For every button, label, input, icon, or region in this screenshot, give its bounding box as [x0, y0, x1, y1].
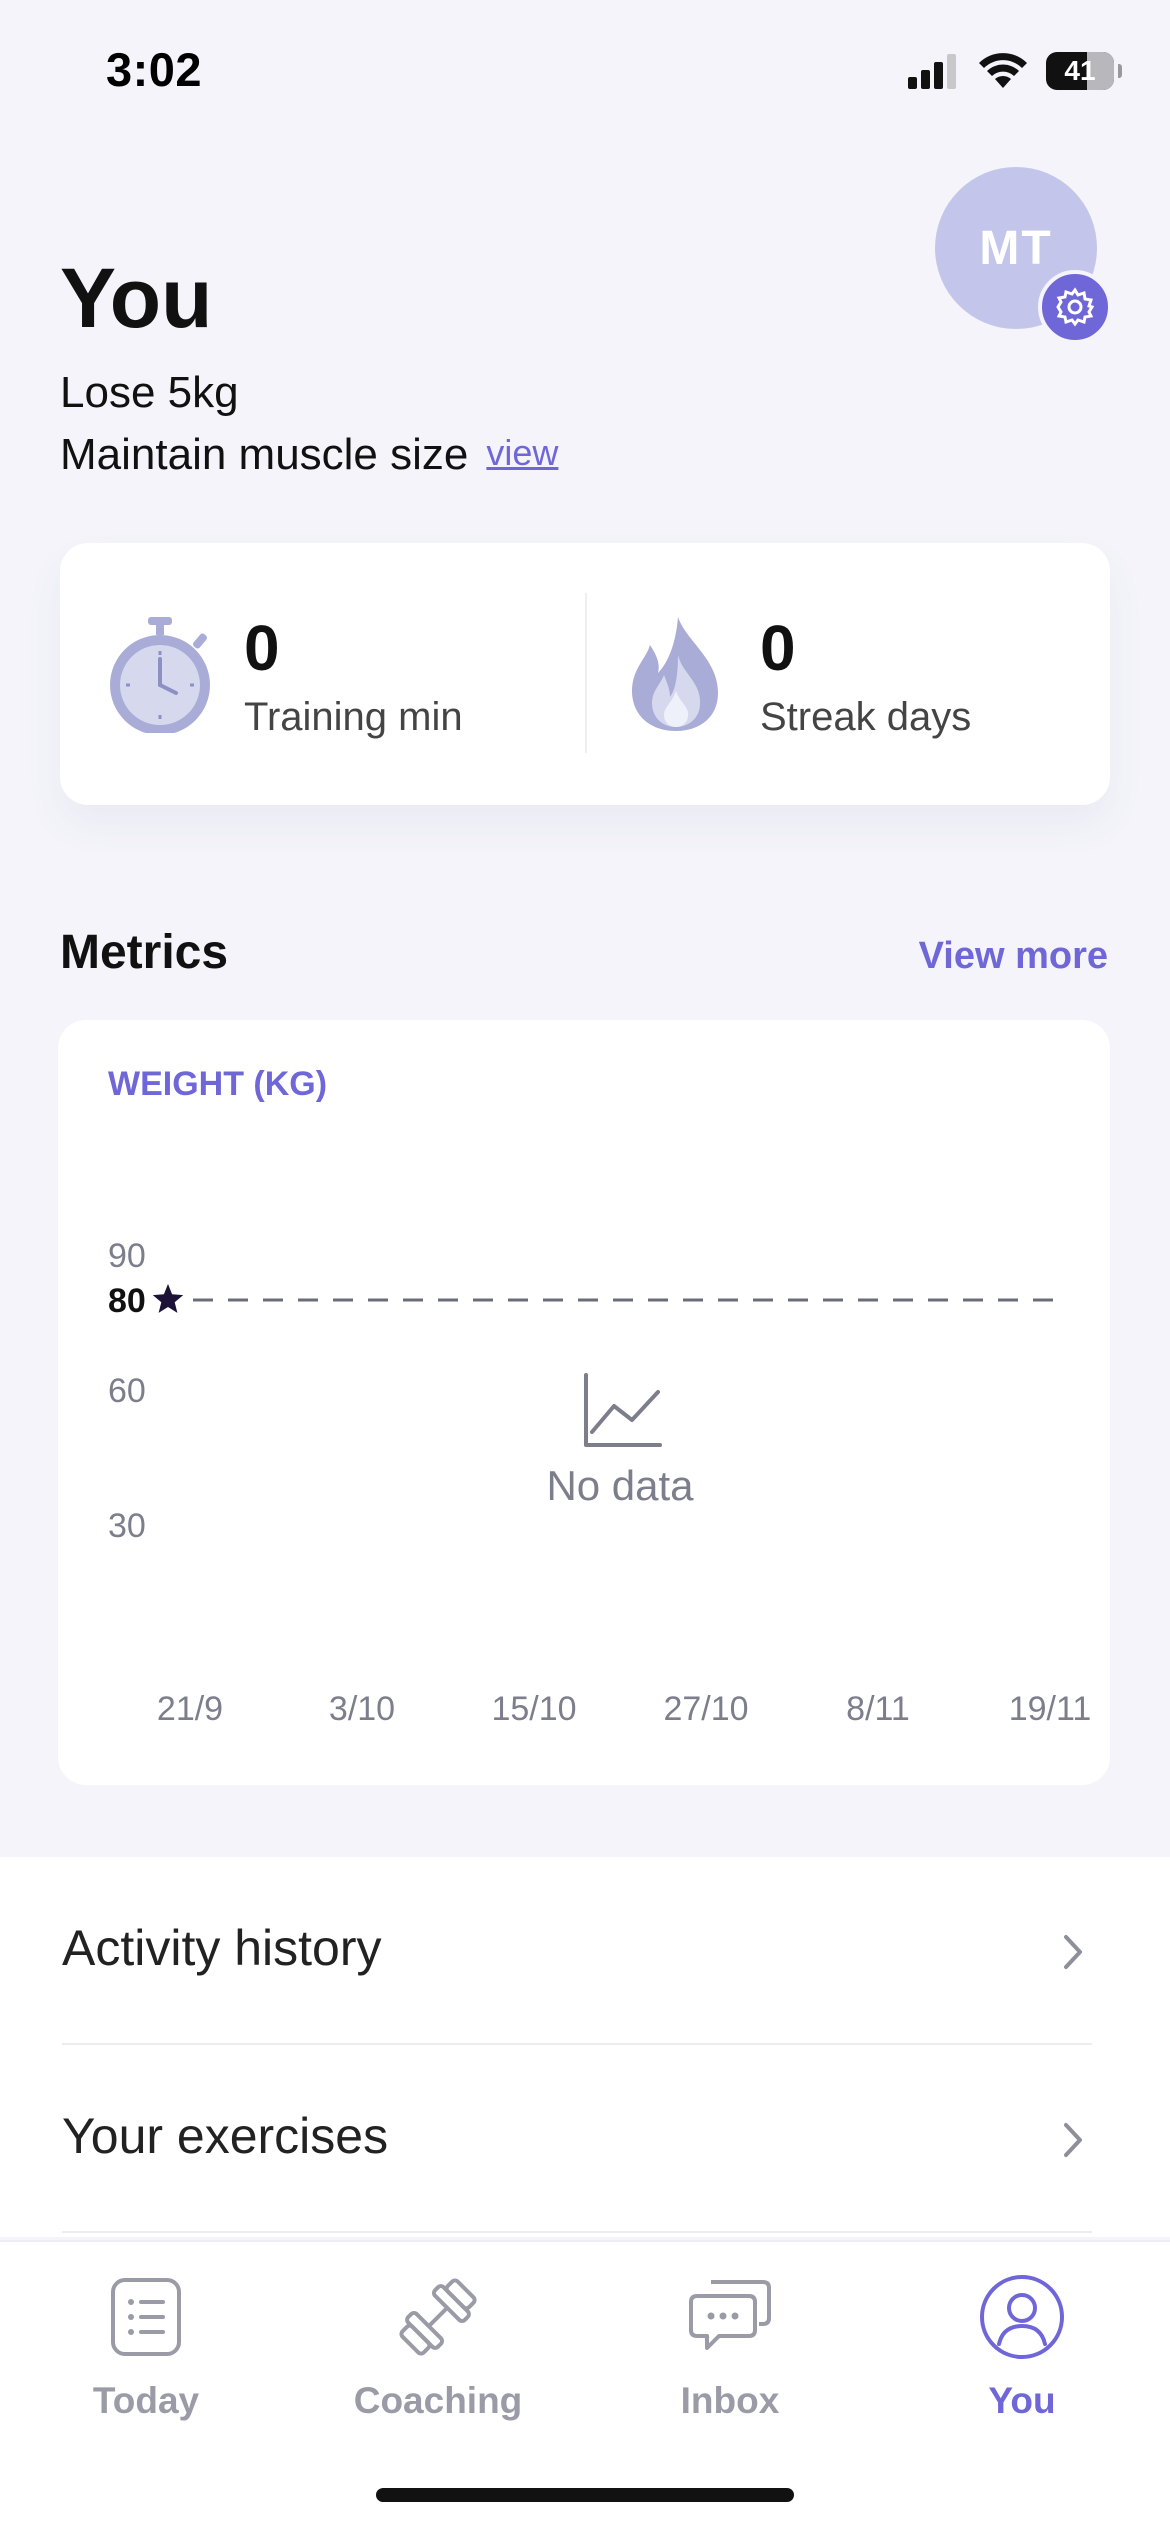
tab-coaching-label: Coaching	[353, 2380, 523, 2421]
x-tick-label: 8/11	[846, 1690, 910, 1728]
training-minutes-value: 0	[244, 612, 280, 684]
avatar-settings-button[interactable]	[1038, 270, 1112, 344]
profile-links-list: Activity history Your exercises	[0, 1857, 1170, 2237]
chevron-right-icon	[1064, 2123, 1082, 2157]
tab-coaching[interactable]: Coaching	[328, 2272, 548, 2442]
target-star-icon	[152, 1284, 184, 1313]
target-weight-line: 80	[108, 1282, 1053, 1320]
training-minutes-label: Training min	[244, 695, 463, 739]
home-indicator	[376, 2488, 794, 2502]
tab-today[interactable]: Today	[36, 2272, 256, 2442]
weight-chart-card[interactable]: WEIGHT (KG) 90 60 30 80 21/9 3/10 15/10 27/10…	[58, 1020, 1110, 1785]
no-data-text: No data	[546, 1462, 694, 1509]
status-icons: 41	[908, 52, 1122, 90]
activity-history-row[interactable]: Activity history	[62, 1857, 1092, 2045]
view-goals-link[interactable]: view	[486, 432, 558, 473]
x-tick-label: 15/10	[491, 1690, 576, 1728]
your-exercises-label: Your exercises	[62, 2108, 389, 2164]
streak-days-stat: 0 Streak days	[620, 543, 1090, 805]
tab-today-label: Today	[92, 2380, 200, 2421]
x-tick-label: 27/10	[663, 1690, 748, 1728]
view-more-link[interactable]: View more	[919, 935, 1108, 978]
chevron-right-icon	[1064, 1935, 1082, 1969]
streak-days-label: Streak days	[760, 695, 972, 739]
tab-you[interactable]: You	[912, 2272, 1132, 2442]
x-axis-ticks: 21/9 3/10 15/10 27/10 8/11 19/11	[157, 1690, 1091, 1728]
chart-title: WEIGHT (KG)	[108, 1065, 327, 1103]
y-tick-label: 60	[108, 1372, 146, 1410]
line-chart-icon	[584, 1373, 662, 1447]
metrics-heading: Metrics	[60, 926, 229, 979]
x-tick-label: 21/9	[157, 1690, 223, 1728]
status-time: 3:02	[106, 43, 203, 96]
x-tick-label: 19/11	[1009, 1690, 1092, 1728]
y-tick-label: 30	[108, 1507, 146, 1545]
goal-secondary: Maintain muscle size view	[60, 430, 558, 480]
goal-primary: Lose 5kg	[60, 368, 239, 417]
gear-icon	[1056, 287, 1095, 327]
weight-chart: WEIGHT (KG) 90 60 30 80 21/9 3/10 15/10 27/10…	[108, 1065, 1091, 1728]
no-data-placeholder: No data	[546, 1373, 694, 1509]
training-minutes-stat: 0 Training min	[104, 543, 574, 805]
y-tick-label: 90	[108, 1237, 146, 1275]
dumbbell-icon	[399, 2278, 477, 2356]
x-tick-label: 3/10	[329, 1690, 395, 1728]
profile-screen: 3:02 41 You Lose 5kg Maintain muscle siz…	[0, 0, 1170, 2532]
goal-secondary-label: Maintain muscle size	[60, 430, 469, 479]
user-icon	[980, 2275, 1064, 2359]
chat-bubbles-icon	[689, 2280, 771, 2350]
streak-days-value: 0	[760, 612, 796, 684]
tab-inbox-label: Inbox	[680, 2380, 780, 2421]
battery-level: 41	[1064, 55, 1096, 86]
list-icon	[111, 2278, 181, 2356]
tab-you-label: You	[988, 2380, 1056, 2421]
stopwatch-icon	[110, 617, 210, 733]
tab-inbox[interactable]: Inbox	[620, 2272, 840, 2442]
flame-icon	[632, 617, 718, 731]
page-title: You	[60, 251, 213, 345]
your-exercises-row[interactable]: Your exercises	[62, 2045, 1092, 2233]
status-bar: 3:02 41	[0, 0, 1170, 150]
target-weight-label: 80	[108, 1282, 146, 1320]
wifi-icon	[979, 53, 1027, 88]
battery-icon: 41	[1046, 52, 1122, 90]
cellular-signal-icon	[908, 54, 956, 89]
activity-history-label: Activity history	[62, 1920, 382, 1976]
stats-divider	[585, 593, 587, 753]
stats-card: 0 Training min 0 Streak days	[60, 543, 1110, 805]
